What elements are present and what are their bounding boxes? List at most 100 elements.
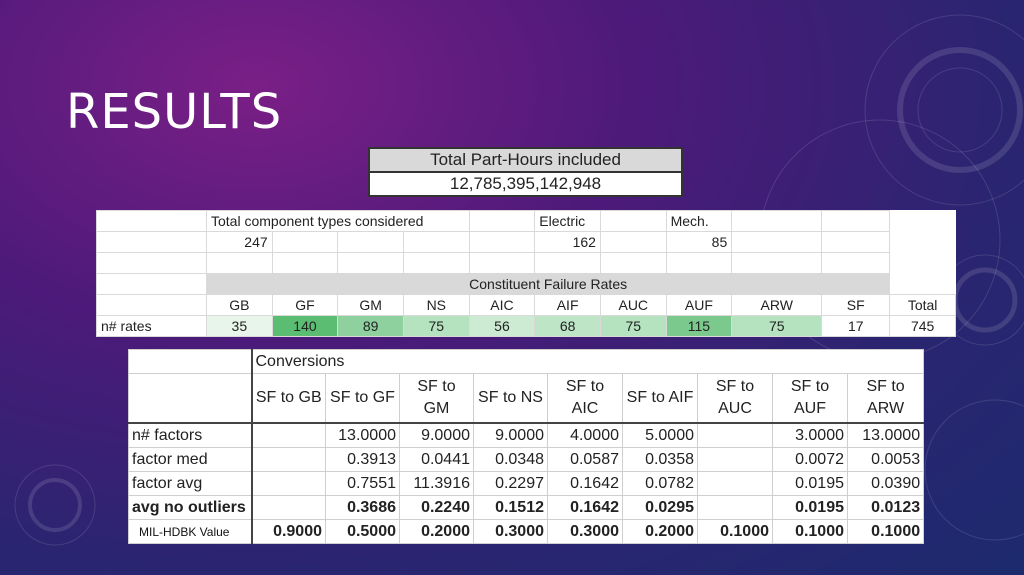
conversion-value: 0.0390 xyxy=(846,471,925,496)
table-cell xyxy=(128,349,252,374)
mil-value: 0.2000 xyxy=(399,519,474,544)
conversion-value: 0.0195 xyxy=(772,495,848,520)
rate-value: 89 xyxy=(337,315,404,337)
conversion-value: 0.0358 xyxy=(622,447,698,472)
conversion-row-label: avg no outliers xyxy=(128,495,252,520)
conversion-value xyxy=(250,471,326,496)
conversion-value: 5.0000 xyxy=(622,422,698,448)
table-cell xyxy=(271,252,339,274)
column-header: AIF xyxy=(534,294,601,316)
table-cell xyxy=(96,231,207,253)
part-hours-label: Total Part-Hours included xyxy=(368,147,683,173)
column-header: GB xyxy=(206,294,273,316)
conversion-value: 11.3916 xyxy=(399,471,474,496)
rate-value: 17 xyxy=(821,315,891,337)
conversion-value xyxy=(697,495,773,520)
table-cell xyxy=(821,210,891,232)
column-header: GM xyxy=(337,294,404,316)
table-cell xyxy=(599,252,667,274)
table-cell xyxy=(96,294,207,316)
table-cell xyxy=(534,252,601,274)
section-title: Constituent Failure Rates xyxy=(205,273,891,295)
total-types-label: Total component types considered xyxy=(206,210,470,232)
column-header: NS xyxy=(402,294,470,316)
mil-value: 0.3000 xyxy=(473,519,548,544)
rate-value: 115 xyxy=(665,315,733,337)
conversion-value: 0.2240 xyxy=(399,495,474,520)
conversion-value: 0.0072 xyxy=(772,447,848,472)
mil-value: 0.9000 xyxy=(250,519,326,544)
conversion-value xyxy=(697,471,773,496)
rate-value: 75 xyxy=(731,315,823,337)
rate-value: 745 xyxy=(889,315,956,337)
conversion-value: 4.0000 xyxy=(547,422,623,448)
conversion-value xyxy=(250,447,326,472)
part-hours-value: 12,785,395,142,948 xyxy=(368,171,683,197)
table-cell xyxy=(337,231,404,253)
table-cell xyxy=(206,252,273,274)
table-cell xyxy=(665,252,733,274)
table-cell xyxy=(599,210,667,232)
column-header: AIC xyxy=(468,294,536,316)
table-cell xyxy=(271,231,339,253)
rate-value: 35 xyxy=(206,315,273,337)
table-cell xyxy=(821,231,891,253)
rate-value: 140 xyxy=(271,315,339,337)
conversion-value: 13.0000 xyxy=(325,422,400,448)
conversion-header: SF to AIC xyxy=(547,373,623,424)
table-cell xyxy=(599,231,667,253)
conversion-value: 9.0000 xyxy=(473,422,548,448)
conversion-header: SF to GF xyxy=(325,373,400,424)
conversion-value: 0.0195 xyxy=(772,471,848,496)
conversion-header: SF to AIF xyxy=(622,373,698,424)
rates-row-label: n# rates xyxy=(96,315,207,337)
conversion-value: 0.2297 xyxy=(473,471,548,496)
table-cell xyxy=(402,231,470,253)
conversion-header: SF to AUC xyxy=(697,373,773,424)
conversion-row-label: n# factors xyxy=(128,422,252,448)
table-cell xyxy=(731,210,823,232)
column-header: ARW xyxy=(731,294,823,316)
conversion-value xyxy=(697,447,773,472)
conversion-value: 0.0441 xyxy=(399,447,474,472)
conversion-value: 0.0587 xyxy=(547,447,623,472)
conversion-header: SF to AUF xyxy=(772,373,848,424)
table-cell xyxy=(731,252,823,274)
table-cell xyxy=(128,373,252,424)
conversion-value: 0.0782 xyxy=(622,471,698,496)
table-cell xyxy=(468,252,536,274)
table-cell xyxy=(96,210,207,232)
conversion-row-label: factor med xyxy=(128,447,252,472)
rate-value: 56 xyxy=(468,315,536,337)
column-header: SF xyxy=(821,294,891,316)
column-header: GF xyxy=(271,294,339,316)
mil-value: 0.3000 xyxy=(547,519,623,544)
mil-value: 0.2000 xyxy=(622,519,698,544)
mil-row-label: MIL-HDBK Value xyxy=(139,525,230,539)
mil-value: 0.1000 xyxy=(697,519,773,544)
conversions-title: Conversions xyxy=(250,349,925,374)
conversion-value: 0.0348 xyxy=(473,447,548,472)
conversion-value: 0.3686 xyxy=(325,495,400,520)
total-types-value: 247 xyxy=(206,231,273,253)
conversion-value: 0.3913 xyxy=(325,447,400,472)
conversion-value xyxy=(697,422,773,448)
column-header: AUF xyxy=(665,294,733,316)
mil-value: 0.1000 xyxy=(772,519,848,544)
conversion-value xyxy=(250,422,326,448)
conversion-header: SF to GB xyxy=(250,373,326,424)
conversion-value: 0.0123 xyxy=(846,495,925,520)
table-cell xyxy=(96,252,207,274)
rate-value: 75 xyxy=(599,315,667,337)
conversion-value: 0.0053 xyxy=(846,447,925,472)
electric-value: 162 xyxy=(534,231,601,253)
conversion-value: 13.0000 xyxy=(846,422,925,448)
conversion-value: 3.0000 xyxy=(772,422,848,448)
conversion-header: SF to NS xyxy=(473,373,548,424)
conversion-value: 0.1512 xyxy=(473,495,548,520)
mech-value: 85 xyxy=(665,231,733,253)
table-cell xyxy=(821,252,891,274)
conversion-value: 0.1642 xyxy=(547,495,623,520)
rate-value: 75 xyxy=(402,315,470,337)
component-failure-table: Total component types considered Electri… xyxy=(96,210,956,337)
